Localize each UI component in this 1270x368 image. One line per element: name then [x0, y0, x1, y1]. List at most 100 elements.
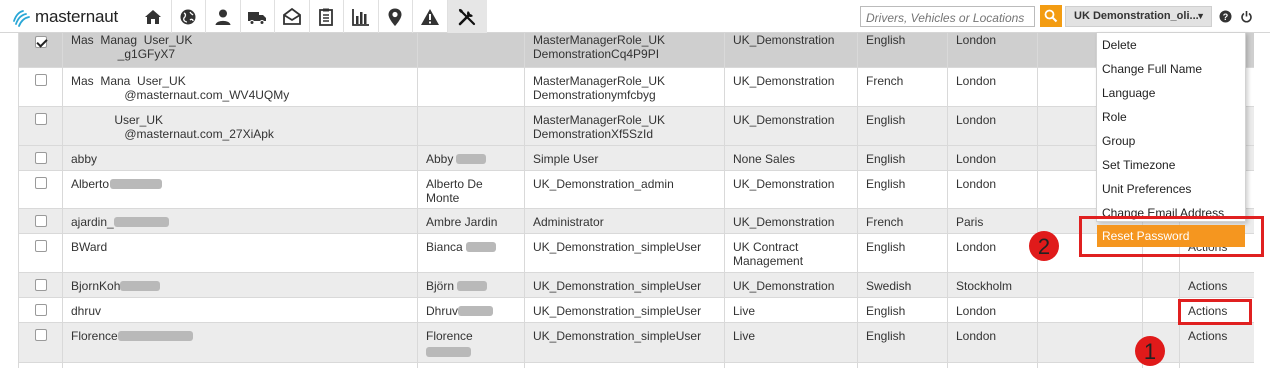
table-row[interactable]: abby Abby Simple User None Sales English…	[18, 145, 1254, 171]
group-cell: UK_Demonstration	[724, 272, 858, 298]
row-checkbox[interactable]	[34, 176, 47, 189]
menu-item-role[interactable]: Role	[1102, 110, 1127, 124]
timezone-cell: Paris	[947, 208, 1038, 234]
empty-cell	[947, 362, 1038, 368]
account-label: UK Demonstration_oli...	[1074, 10, 1199, 22]
group: UK_Demonstration	[733, 112, 835, 127]
redaction-blur	[110, 179, 163, 190]
username: BjornKoh	[71, 278, 121, 293]
nav-globe[interactable]	[170, 0, 206, 33]
username: Florence	[71, 328, 118, 343]
help-icon[interactable]: ?	[1219, 10, 1232, 23]
nav-user[interactable]	[205, 0, 240, 33]
search-icon	[1044, 9, 1058, 23]
language: Swedish	[866, 278, 912, 293]
username: abby	[71, 151, 98, 166]
nav-home[interactable]	[136, 0, 171, 33]
row-checkbox[interactable]	[34, 36, 47, 48]
table-row[interactable]: BjornKoh Björn UK_Demonstration_simpleUs…	[18, 272, 1254, 298]
group: Live	[733, 303, 756, 318]
nav-reports[interactable]	[308, 0, 344, 33]
row-checkbox[interactable]	[34, 278, 47, 291]
search-button[interactable]	[1040, 5, 1062, 27]
nav-statistics[interactable]	[343, 0, 378, 33]
envelope-icon	[282, 7, 301, 25]
nav-alerts[interactable]	[412, 0, 447, 33]
nav-administration[interactable]	[446, 0, 487, 33]
actions-link[interactable]: Actions	[1188, 329, 1227, 343]
row-checkbox-cell	[18, 145, 63, 171]
table-row[interactable]: dhruv Dhruv UK_Demonstration_simpleUser …	[18, 297, 1254, 323]
language-cell: English	[857, 322, 948, 363]
username-cell: BjornKoh	[62, 272, 418, 298]
full-name: Florence	[426, 328, 473, 343]
actions-link[interactable]: Actions	[1188, 279, 1227, 293]
group: None Sales	[733, 151, 796, 166]
annotation-step-1: 1	[1135, 336, 1165, 366]
table-row[interactable]: BWard Bianca UK_Demonstration_simpleUser…	[18, 233, 1254, 273]
group: UK_Demonstration	[733, 278, 835, 293]
top-bar: masternaut Drivers, Vehicles or Location…	[0, 0, 1270, 33]
empty-cell	[62, 362, 418, 368]
row-checkbox[interactable]	[34, 73, 47, 86]
role-line: MasterManagerRole_UK	[533, 33, 666, 47]
table-row[interactable]: User_UK @masternaut.com_27XiApk MasterMa…	[18, 106, 1254, 146]
account-selector[interactable]: UK Demonstration_oli... ▼	[1065, 6, 1212, 27]
search-input[interactable]	[860, 6, 1035, 27]
role: Simple User	[533, 151, 599, 166]
group-cell: UK_Demonstration	[724, 106, 858, 146]
clipboard-icon	[319, 8, 334, 26]
username: ajardin_	[71, 214, 114, 229]
menu-item-delete[interactable]: Delete	[1102, 38, 1137, 52]
group-cell: Live	[724, 322, 858, 363]
full-name: Abby	[426, 151, 454, 166]
table-row[interactable]: Florence Florence UK_Demonstration_simpl…	[18, 322, 1254, 363]
table-row[interactable]: Mas Mana User_UK @masternaut.com_WV4UQMy…	[18, 67, 1254, 107]
table-row[interactable]: Mas Manag User_UK _g1GFyX7 MasterManager…	[18, 33, 1254, 68]
table-row[interactable]: Alberto Alberto De Monte UK_Demonstratio…	[18, 170, 1254, 209]
row-checkbox[interactable]	[34, 239, 47, 252]
row-checkbox-cell	[18, 170, 63, 209]
logo-text: masternaut	[35, 7, 119, 26]
timezone-cell: Stockholm	[947, 272, 1038, 298]
nav-vehicles[interactable]	[239, 0, 275, 33]
nav-locations[interactable]	[377, 0, 413, 33]
row-checkbox[interactable]	[34, 112, 47, 125]
group-cell: UK_Demonstration	[724, 33, 858, 68]
group-cell: None Sales	[724, 145, 858, 171]
menu-item-change-full-name[interactable]: Change Full Name	[1102, 62, 1202, 76]
menu-item-group[interactable]: Group	[1102, 134, 1135, 148]
username: Alberto	[71, 176, 110, 191]
group-cell: UK_Demonstration	[724, 208, 858, 234]
group: UK_Demonstration	[733, 214, 835, 229]
empty-cell	[857, 362, 948, 368]
language-cell: English	[857, 106, 948, 146]
warning-icon	[420, 8, 439, 25]
empty-cell	[1037, 272, 1143, 298]
nav-messages[interactable]	[274, 0, 309, 33]
role-cell: MasterManagerRole_UK DemonstrationCq4P9P…	[524, 33, 725, 68]
menu-item-language[interactable]: Language	[1102, 86, 1155, 100]
language: English	[866, 239, 906, 254]
role-cell: Administrator	[524, 208, 725, 234]
timezone-cell: London	[947, 170, 1038, 209]
role-cell: MasterManagerRole_UK Demonstrationymfcby…	[524, 67, 725, 107]
language-cell: English	[857, 297, 948, 323]
row-checkbox[interactable]	[34, 214, 47, 227]
timezone: London	[956, 239, 997, 254]
group: UK_Demonstration	[733, 73, 835, 88]
masternaut-logo[interactable]: masternaut	[10, 6, 118, 28]
row-checkbox[interactable]	[34, 151, 47, 164]
menu-item-unit-preferences[interactable]: Unit Preferences	[1102, 182, 1191, 196]
language: English	[866, 303, 906, 318]
table-row[interactable]: ajardin_ Ambre Jardin Administrator UK_D…	[18, 208, 1254, 234]
timezone: Stockholm	[956, 278, 1013, 293]
group-line: Management	[733, 253, 804, 268]
timezone: London	[956, 151, 997, 166]
row-checkbox[interactable]	[34, 328, 47, 341]
menu-item-set-timezone[interactable]: Set Timezone	[1102, 158, 1175, 172]
full-name-cell: Björn	[417, 272, 525, 298]
group-cell: UK_Demonstration	[724, 67, 858, 107]
power-icon[interactable]	[1240, 10, 1253, 23]
row-checkbox[interactable]	[34, 303, 47, 316]
